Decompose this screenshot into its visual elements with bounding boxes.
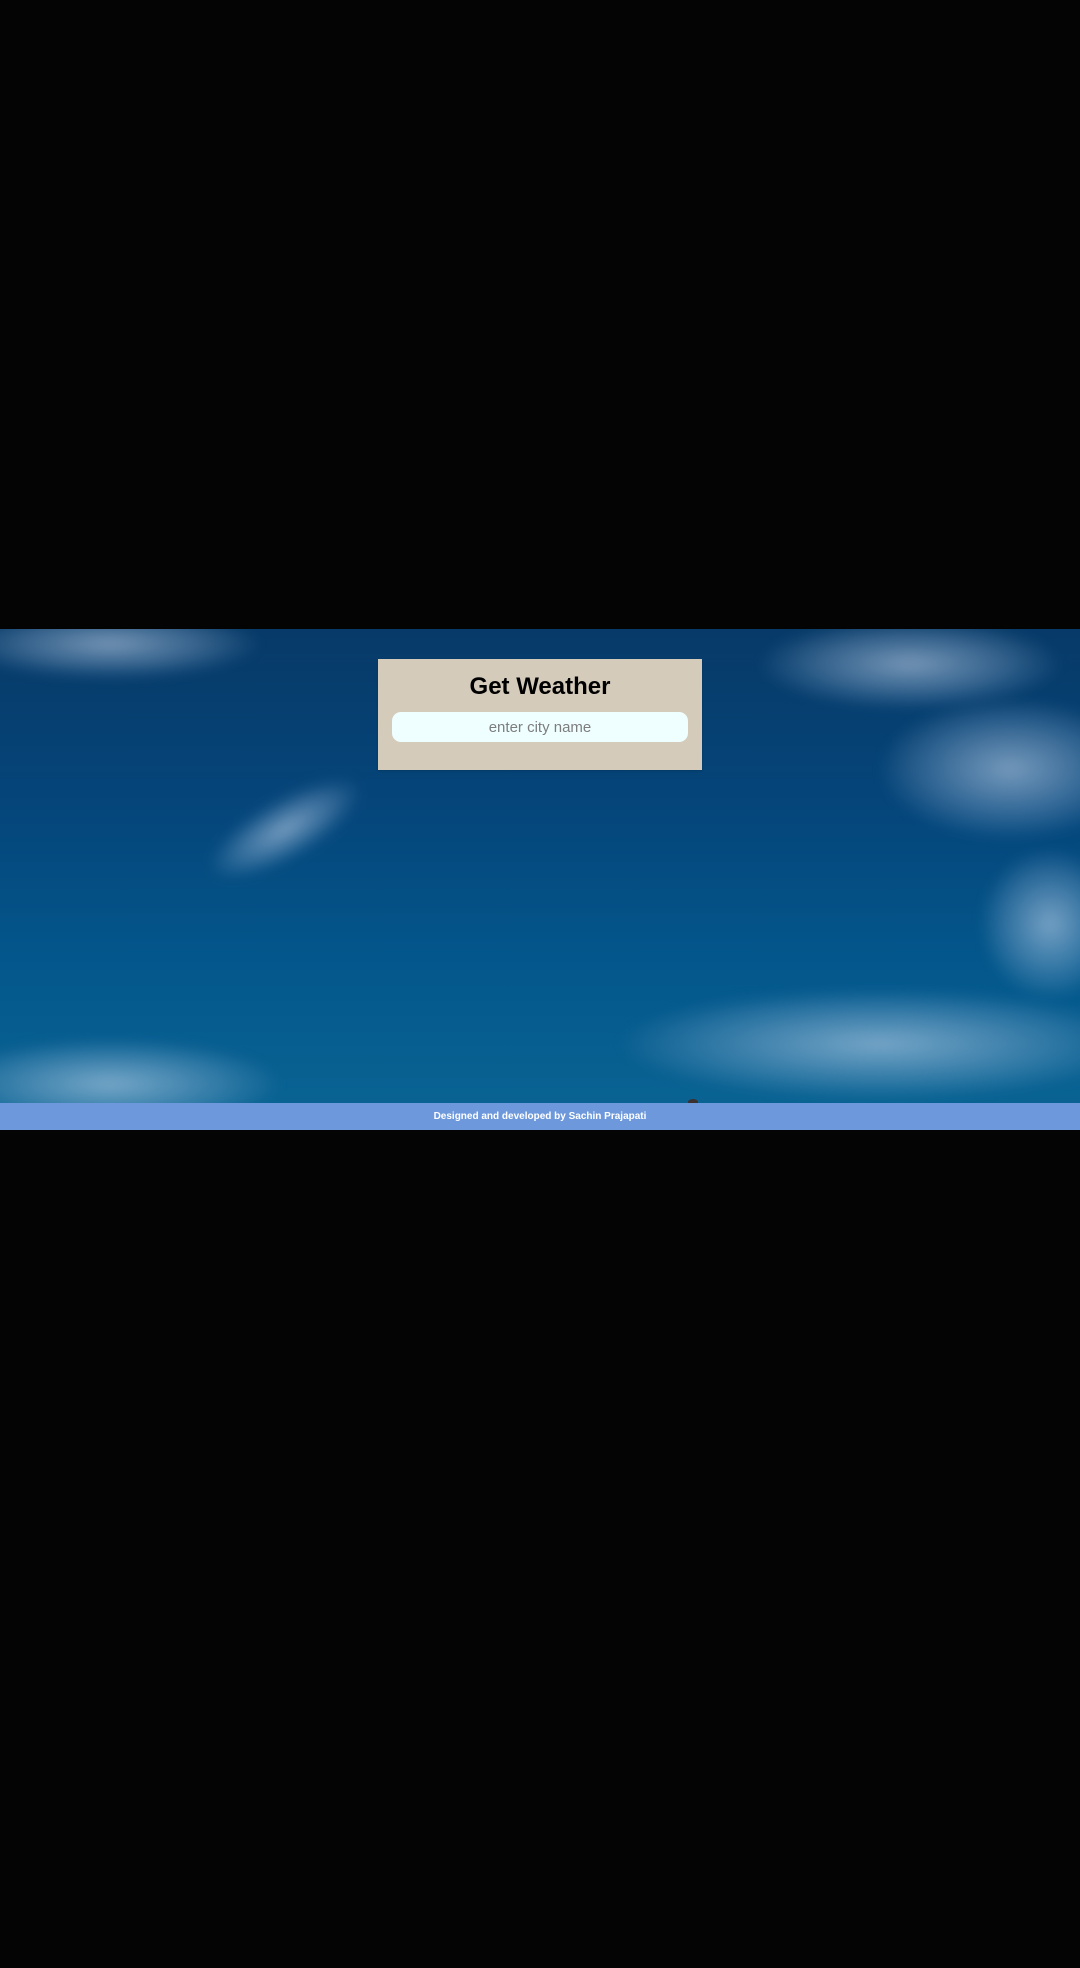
page-title: Get Weather xyxy=(469,673,611,700)
city-search-input[interactable] xyxy=(392,712,688,742)
cloud xyxy=(620,989,1080,1099)
cloud xyxy=(760,629,1060,709)
cloud xyxy=(0,629,260,679)
page: Get Weather Designed and developed by Sa… xyxy=(0,0,1080,1968)
cloud xyxy=(880,699,1080,839)
weather-search-card: Get Weather xyxy=(378,659,702,770)
footer-credit: Designed and developed by Sachin Prajapa… xyxy=(0,1103,1080,1130)
app-viewport: Get Weather Designed and developed by Sa… xyxy=(0,629,1080,1130)
cloud xyxy=(196,760,374,898)
cloud xyxy=(980,849,1080,999)
